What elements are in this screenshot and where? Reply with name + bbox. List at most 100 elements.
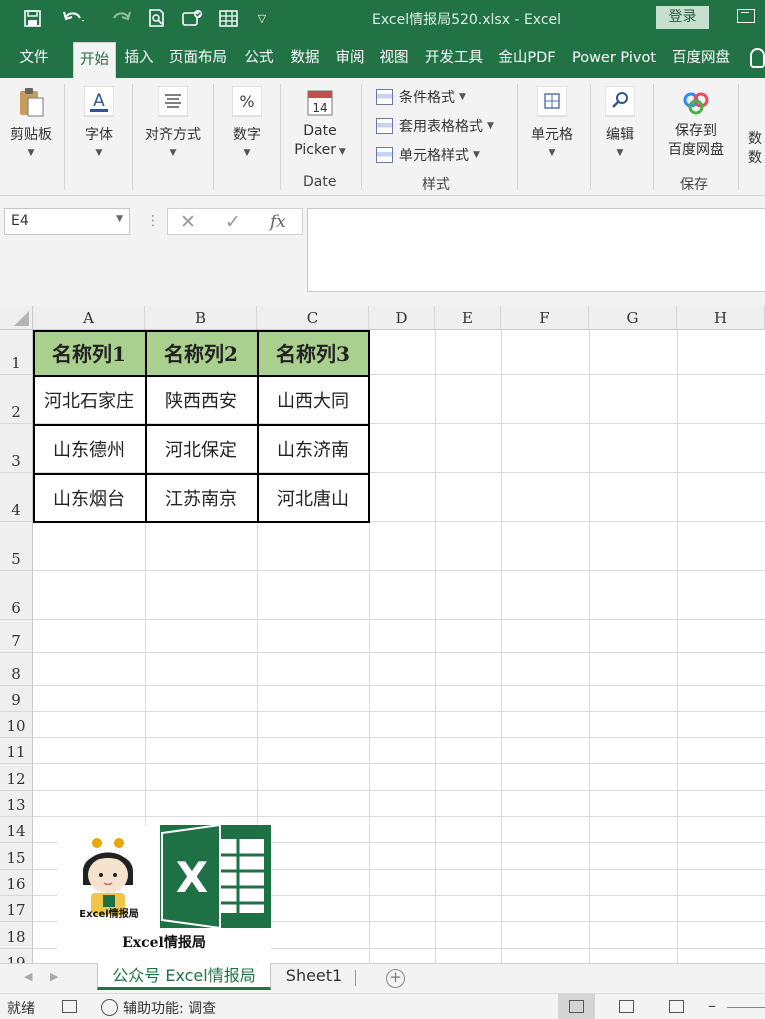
sheet-tab-sheet1[interactable]: Sheet1 xyxy=(276,963,352,990)
column-header-h[interactable]: H xyxy=(677,306,765,330)
row-number: 5 xyxy=(11,550,21,568)
share-icon[interactable] xyxy=(180,6,206,30)
save-to-baidu-button[interactable]: 保存到 百度网盘 xyxy=(660,86,732,160)
column-header-g[interactable]: G xyxy=(589,306,677,330)
normal-view-button[interactable] xyxy=(558,994,595,1019)
column-header-f[interactable]: F xyxy=(501,306,589,330)
tab-home[interactable]: 开始 xyxy=(73,42,116,78)
percent-icon: % xyxy=(231,85,263,118)
accessibility-icon[interactable] xyxy=(101,999,118,1016)
row-number: 13 xyxy=(6,796,26,814)
clipboard-label: 剪贴板 xyxy=(10,127,52,143)
tab-file[interactable]: 文件 xyxy=(6,38,62,78)
row-header-8[interactable]: 8 xyxy=(0,653,33,686)
print-preview-icon[interactable] xyxy=(145,6,169,30)
scroll-left-icon[interactable]: ◀ xyxy=(24,970,32,983)
sheet-tab-active[interactable]: 公众号 Excel情报局 xyxy=(97,963,271,990)
excel-logo-letter: X xyxy=(176,853,208,902)
column-header-b[interactable]: B xyxy=(145,306,257,330)
row-number: 2 xyxy=(11,403,21,421)
chevron-down-icon[interactable]: ▼ xyxy=(116,214,123,224)
date-group-label: Date xyxy=(303,174,337,190)
row-header-6[interactable]: 6 xyxy=(0,571,33,620)
accessibility-status[interactable]: 辅助功能: 调查 xyxy=(123,998,216,1018)
row-header-13[interactable]: 13 xyxy=(0,791,33,817)
row-number: 3 xyxy=(11,452,21,470)
page-break-view-button[interactable] xyxy=(658,994,695,1019)
function-icon[interactable]: fx xyxy=(270,212,286,232)
add-sheet-icon[interactable]: + xyxy=(386,969,405,988)
column-header-a[interactable]: A xyxy=(33,306,145,330)
enter-check-icon[interactable]: ✓ xyxy=(225,211,241,233)
formula-buttons: ✕ ✓ fx xyxy=(167,208,303,235)
tab-baidu-netdisk[interactable]: 百度网盘 xyxy=(667,38,735,78)
alignment-button[interactable]: 对齐方式 ▼ xyxy=(138,85,208,158)
gridline-horizontal xyxy=(33,816,765,817)
cells-button[interactable]: 单元格 ▼ xyxy=(524,85,580,158)
table-border-horizontal xyxy=(33,375,369,377)
format-as-table-button[interactable]: 套用表格格式 ▼ xyxy=(376,115,494,137)
scroll-right-icon[interactable]: ▶ xyxy=(50,970,58,983)
row-header-11[interactable]: 11 xyxy=(0,738,33,764)
row-header-14[interactable]: 14 xyxy=(0,817,33,843)
undo-icon[interactable] xyxy=(56,6,92,30)
tab-data[interactable]: 数据 xyxy=(286,38,324,78)
number-button[interactable]: % 数字 ▼ xyxy=(220,85,274,158)
splitter-handle[interactable]: ⋮ xyxy=(146,213,160,229)
row-header-19[interactable]: 19 xyxy=(0,949,33,963)
date-picker-button[interactable]: 14 Date Picker ▼ xyxy=(288,86,352,162)
row-header-2[interactable]: 2 xyxy=(0,375,33,424)
row-header-3[interactable]: 3 xyxy=(0,424,33,473)
tab-developer[interactable]: 开发工具 xyxy=(420,38,488,78)
row-header-15[interactable]: 15 xyxy=(0,843,33,870)
tab-formulas[interactable]: 公式 xyxy=(240,38,278,78)
name-box[interactable]: E4 ▼ xyxy=(4,208,130,235)
page-layout-view-button[interactable] xyxy=(608,994,645,1019)
save-icon[interactable] xyxy=(20,6,44,30)
macro-record-icon[interactable] xyxy=(62,1000,77,1013)
redo-icon[interactable] xyxy=(102,6,138,30)
select-all-corner[interactable] xyxy=(0,306,33,330)
cell-styles-button[interactable]: 单元格样式 ▼ xyxy=(376,144,480,166)
tab-review[interactable]: 审阅 xyxy=(331,38,369,78)
ribbon-display-icon[interactable] xyxy=(737,9,755,23)
brand-logo-image[interactable]: Excel情报局 X Excel情报局 xyxy=(57,823,271,962)
column-header-e[interactable]: E xyxy=(435,306,501,330)
row-header-1[interactable]: 1 xyxy=(0,330,33,375)
tab-insert[interactable]: 插入 xyxy=(120,38,158,78)
clipboard-button[interactable]: 剪贴板 ▼ xyxy=(4,86,58,158)
row-header-7[interactable]: 7 xyxy=(0,620,33,653)
tab-page-layout[interactable]: 页面布局 xyxy=(166,38,230,78)
row-header-4[interactable]: 4 xyxy=(0,473,33,522)
row-header-16[interactable]: 16 xyxy=(0,870,33,896)
search-icon xyxy=(604,85,636,118)
cancel-icon[interactable]: ✕ xyxy=(180,211,196,233)
editing-button[interactable]: 编辑 ▼ xyxy=(596,85,644,158)
tab-kingsoft-pdf[interactable]: 金山PDF xyxy=(495,38,559,78)
conditional-format-button[interactable]: 条件格式 ▼ xyxy=(376,86,466,108)
font-button[interactable]: A 字体 ▼ xyxy=(72,85,126,158)
customize-qa-icon[interactable]: ▽ xyxy=(254,6,270,30)
row-header-10[interactable]: 10 xyxy=(0,712,33,738)
row-header-9[interactable]: 9 xyxy=(0,686,33,712)
row-header-5[interactable]: 5 xyxy=(0,522,33,571)
column-header-d[interactable]: D xyxy=(369,306,435,330)
svg-text:A: A xyxy=(93,91,105,111)
login-button[interactable]: 登录 xyxy=(656,6,709,29)
ribbon-divider xyxy=(738,84,739,190)
zoom-out-icon[interactable]: – xyxy=(708,996,716,1015)
chevron-down-icon: ▼ xyxy=(95,148,103,158)
formula-input[interactable] xyxy=(307,208,765,292)
tab-view[interactable]: 视图 xyxy=(375,38,413,78)
table-icon[interactable] xyxy=(216,6,240,30)
align-icon xyxy=(157,85,189,118)
gridline-horizontal xyxy=(33,763,765,764)
row-header-18[interactable]: 18 xyxy=(0,922,33,949)
truncated-ribbon-label[interactable]: 数 数 xyxy=(748,130,762,168)
tab-power-pivot[interactable]: Power Pivot xyxy=(566,38,662,78)
column-header-c[interactable]: C xyxy=(257,306,369,330)
lightbulb-icon[interactable] xyxy=(750,48,765,68)
zoom-slider[interactable] xyxy=(727,1007,765,1008)
row-header-12[interactable]: 12 xyxy=(0,764,33,791)
row-header-17[interactable]: 17 xyxy=(0,896,33,922)
